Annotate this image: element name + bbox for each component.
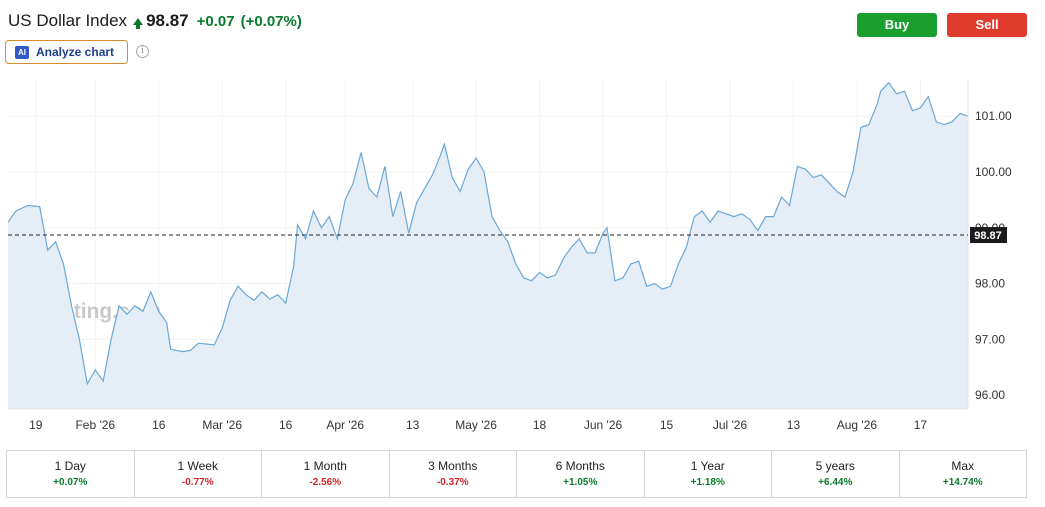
period-label: 1 Week xyxy=(177,459,218,473)
period-change: -0.37% xyxy=(436,477,469,488)
y-tick-label: 101.00 xyxy=(975,109,1012,123)
period-1-month[interactable]: 1 Month -2.56% xyxy=(262,451,390,497)
y-tick-label: 100.00 xyxy=(975,165,1012,179)
quote-title-row: US Dollar Index 98.87 +0.07 (+0.07%) xyxy=(8,11,308,31)
ai-icon: AI xyxy=(15,45,29,59)
x-tick-label: 16 xyxy=(279,418,293,432)
x-tick-label: 19 xyxy=(29,418,43,432)
x-tick-label: 13 xyxy=(787,418,801,432)
price-change-percent: (+0.07%) xyxy=(240,13,302,30)
sell-button[interactable]: Sell xyxy=(947,13,1027,37)
period-change: +1.05% xyxy=(563,477,598,488)
period-change: -2.56% xyxy=(309,477,342,488)
info-icon[interactable]: i xyxy=(136,45,149,58)
period-1-day[interactable]: 1 Day +0.07% xyxy=(7,451,135,497)
price-change: +0.07 xyxy=(196,13,235,30)
analyze-chart-button[interactable]: AI Analyze chart xyxy=(5,40,128,64)
analyze-chart-label: Analyze chart xyxy=(36,45,115,59)
period-3-months[interactable]: 3 Months -0.37% xyxy=(390,451,517,497)
period-change: +6.44% xyxy=(818,477,853,488)
x-tick-label: 13 xyxy=(406,418,420,432)
buy-button[interactable]: Buy xyxy=(857,13,937,37)
instrument-title: US Dollar Index xyxy=(8,11,128,30)
price-chart-svg[interactable]: Investing.com96.0097.0098.0099.00100.001… xyxy=(0,80,1045,440)
period-change: +1.18% xyxy=(690,477,725,488)
period-label: 5 years xyxy=(815,459,855,473)
period-label: 1 Month xyxy=(303,459,347,473)
x-tick-label: May '26 xyxy=(455,418,497,432)
y-tick-label: 97.00 xyxy=(975,332,1005,346)
period-change: +0.07% xyxy=(53,477,88,488)
x-tick-label: 18 xyxy=(533,418,547,432)
period-max[interactable]: Max +14.74% xyxy=(900,451,1027,497)
period-change: -0.77% xyxy=(181,477,214,488)
performance-periods: 1 Day +0.07% 1 Week -0.77% 1 Month -2.56… xyxy=(6,450,1027,498)
y-tick-label: 98.00 xyxy=(975,277,1005,291)
current-price-label: 98.87 xyxy=(974,230,1002,242)
x-tick-label: 16 xyxy=(152,418,166,432)
last-price: 98.87 xyxy=(146,11,189,30)
period-1-week[interactable]: 1 Week -0.77% xyxy=(135,451,262,497)
x-tick-label: Apr '26 xyxy=(326,418,364,432)
quote-header: US Dollar Index 98.87 +0.07 (+0.07%) Buy… xyxy=(0,0,1045,80)
up-arrow-icon xyxy=(133,18,144,29)
period-label: 1 Year xyxy=(690,459,725,473)
period-5-years[interactable]: 5 years +6.44% xyxy=(772,451,900,497)
x-tick-label: Mar '26 xyxy=(202,418,242,432)
x-tick-label: 15 xyxy=(660,418,674,432)
period-change: +14.74% xyxy=(942,477,983,488)
period-label: 1 Day xyxy=(54,459,86,473)
x-tick-label: Jun '26 xyxy=(584,418,623,432)
price-chart[interactable]: Investing.com96.0097.0098.0099.00100.001… xyxy=(0,80,1045,440)
x-tick-label: Aug '26 xyxy=(837,418,878,432)
y-tick-label: 96.00 xyxy=(975,388,1005,402)
period-label: Max xyxy=(951,459,975,473)
x-tick-label: 17 xyxy=(914,418,928,432)
x-tick-label: Jul '26 xyxy=(713,418,748,432)
period-label: 3 Months xyxy=(428,459,478,473)
period-1-year[interactable]: 1 Year +1.18% xyxy=(645,451,772,497)
period-label: 6 Months xyxy=(555,459,605,473)
price-area xyxy=(8,82,968,410)
x-tick-label: Feb '26 xyxy=(75,418,115,432)
period-6-months[interactable]: 6 Months +1.05% xyxy=(517,451,645,497)
